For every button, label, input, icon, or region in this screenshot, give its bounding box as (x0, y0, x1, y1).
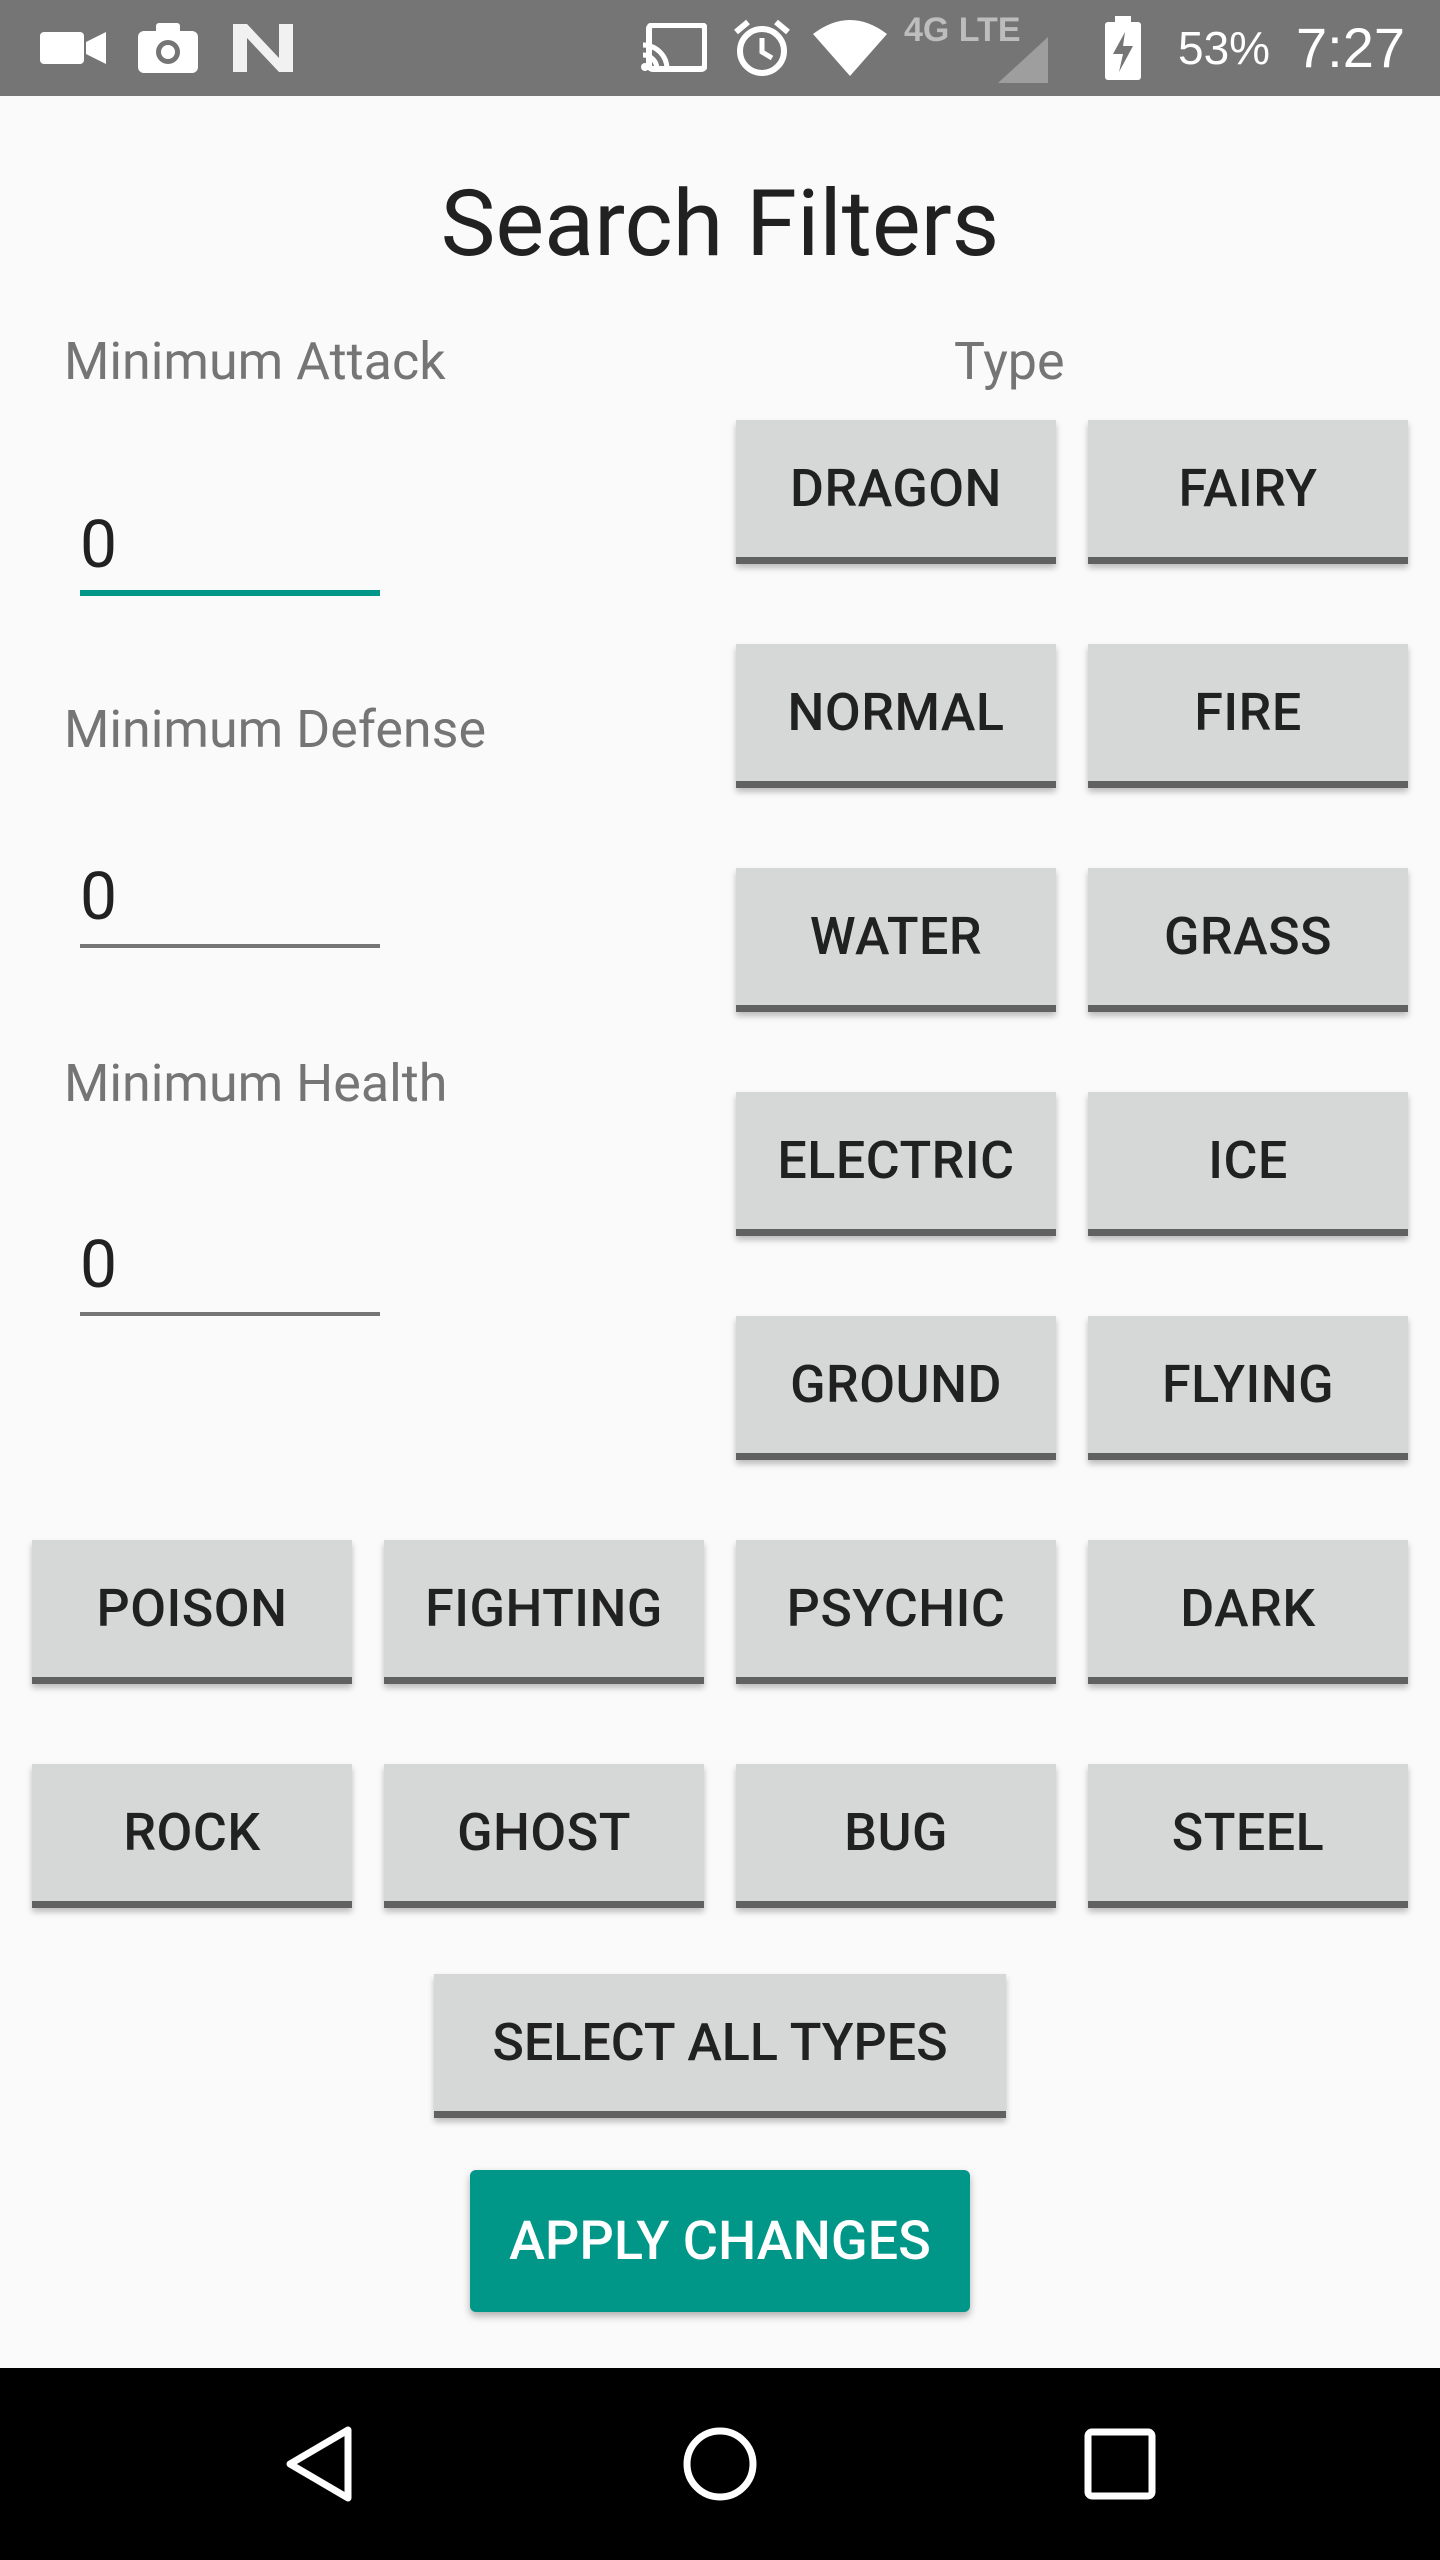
clock: 7:27 (1296, 16, 1405, 79)
type-label: Type (954, 331, 1065, 392)
back-icon[interactable] (272, 2414, 372, 2514)
type-button-dragon[interactable]: DRAGON (736, 420, 1056, 564)
battery-percent: 53% (1178, 22, 1271, 74)
n-icon (232, 18, 294, 78)
type-button-normal[interactable]: NORMAL (736, 644, 1056, 788)
wifi-icon (812, 18, 888, 78)
status-bar: 4G LTE 53% 7:27 (0, 0, 1440, 96)
apply-changes-button[interactable]: APPLY CHANGES (470, 2170, 970, 2312)
attack-label: Minimum Attack (64, 331, 446, 392)
defense-value: 0 (80, 859, 118, 936)
type-button-psychic[interactable]: PSYCHIC (736, 1540, 1056, 1684)
type-button-bug[interactable]: BUG (736, 1764, 1056, 1908)
type-button-ground[interactable]: GROUND (736, 1316, 1056, 1460)
health-field[interactable]: 0 (80, 1216, 380, 1316)
page-title: Search Filters (440, 171, 1000, 278)
recents-icon[interactable] (1070, 2414, 1170, 2514)
video-icon (38, 18, 108, 78)
select-all-types-button[interactable]: SELECT ALL TYPES (434, 1974, 1006, 2118)
type-button-ghost[interactable]: GHOST (384, 1764, 704, 1908)
type-button-fairy[interactable]: FAIRY (1088, 420, 1408, 564)
attack-value: 0 (80, 507, 118, 584)
type-button-fighting[interactable]: FIGHTING (384, 1540, 704, 1684)
defense-label: Minimum Defense (64, 699, 487, 760)
health-value: 0 (80, 1227, 118, 1304)
type-button-ice[interactable]: ICE (1088, 1092, 1408, 1236)
navigation-bar (0, 2368, 1440, 2560)
alarm-icon (730, 18, 794, 78)
defense-field[interactable]: 0 (80, 848, 380, 948)
type-button-steel[interactable]: STEEL (1088, 1764, 1408, 1908)
type-button-flying[interactable]: FLYING (1088, 1316, 1408, 1460)
signal-4g-icon (996, 30, 1050, 90)
cast-icon (640, 18, 708, 78)
camera-icon (136, 18, 200, 78)
type-button-fire[interactable]: FIRE (1088, 644, 1408, 788)
health-underline (80, 1312, 380, 1316)
type-button-dark[interactable]: DARK (1088, 1540, 1408, 1684)
attack-underline (80, 590, 380, 596)
type-button-grass[interactable]: GRASS (1088, 868, 1408, 1012)
home-icon[interactable] (670, 2414, 770, 2514)
type-button-rock[interactable]: ROCK (32, 1764, 352, 1908)
health-label: Minimum Health (64, 1053, 448, 1114)
defense-underline (80, 944, 380, 948)
type-button-water[interactable]: WATER (736, 868, 1056, 1012)
type-button-electric[interactable]: ELECTRIC (736, 1092, 1056, 1236)
battery-charging-icon (1100, 16, 1146, 80)
type-button-poison[interactable]: POISON (32, 1540, 352, 1684)
attack-field[interactable]: 0 (80, 496, 380, 596)
